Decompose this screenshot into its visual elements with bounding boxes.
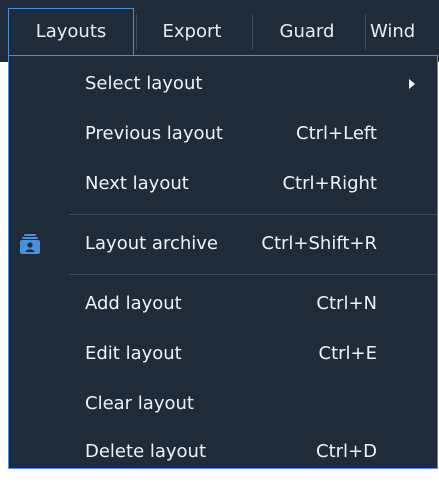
menu-tab-guard[interactable]: Guard (253, 8, 361, 56)
menu-item-label: Clear layout (85, 393, 194, 414)
menu-item-previous-layout[interactable]: Previous layout Ctrl+Left (9, 111, 437, 157)
menu-item-delete-layout[interactable]: Delete layout Ctrl+D (9, 429, 437, 475)
menu-item-label: Select layout (85, 73, 203, 94)
menu-tab-layouts[interactable]: Layouts (8, 8, 134, 56)
menu-item-shortcut: Ctrl+D (316, 441, 377, 462)
menu-item-shortcut: Ctrl+Left (296, 123, 377, 144)
menu-item-edit-layout[interactable]: Edit layout Ctrl+E (9, 331, 437, 377)
menu-item-shortcut: Ctrl+Right (282, 173, 377, 194)
menu-item-shortcut: Ctrl+E (318, 343, 377, 364)
menu-item-layout-archive[interactable]: Layout archive Ctrl+Shift+R (9, 221, 437, 267)
menu-tab-export[interactable]: Export (137, 8, 247, 56)
menu-item-label: Delete layout (85, 441, 207, 462)
menu-separator (69, 274, 437, 275)
menu-item-add-layout[interactable]: Add layout Ctrl+N (9, 281, 437, 327)
layouts-dropdown-menu: Select layout Previous layout Ctrl+Left … (8, 55, 438, 469)
archive-icon (20, 234, 40, 254)
menu-tab-window[interactable]: Wind (366, 8, 439, 56)
app-window: Layouts Export Guard Wind Select layout … (0, 0, 439, 482)
menu-item-label: Previous layout (85, 123, 223, 144)
menu-item-label: Add layout (85, 293, 182, 314)
menu-item-label: Edit layout (85, 343, 182, 364)
menu-item-clear-layout[interactable]: Clear layout (9, 381, 437, 427)
menu-item-select-layout[interactable]: Select layout (9, 61, 437, 107)
menu-bar: Layouts Export Guard Wind (0, 0, 439, 62)
menu-item-shortcut: Ctrl+Shift+R (261, 233, 377, 254)
submenu-arrow-icon (409, 79, 415, 89)
menu-item-next-layout[interactable]: Next layout Ctrl+Right (9, 161, 437, 207)
menu-item-shortcut: Ctrl+N (316, 293, 377, 314)
menu-item-label: Next layout (85, 173, 189, 194)
menu-separator (69, 214, 437, 215)
menu-item-label: Layout archive (85, 233, 218, 254)
